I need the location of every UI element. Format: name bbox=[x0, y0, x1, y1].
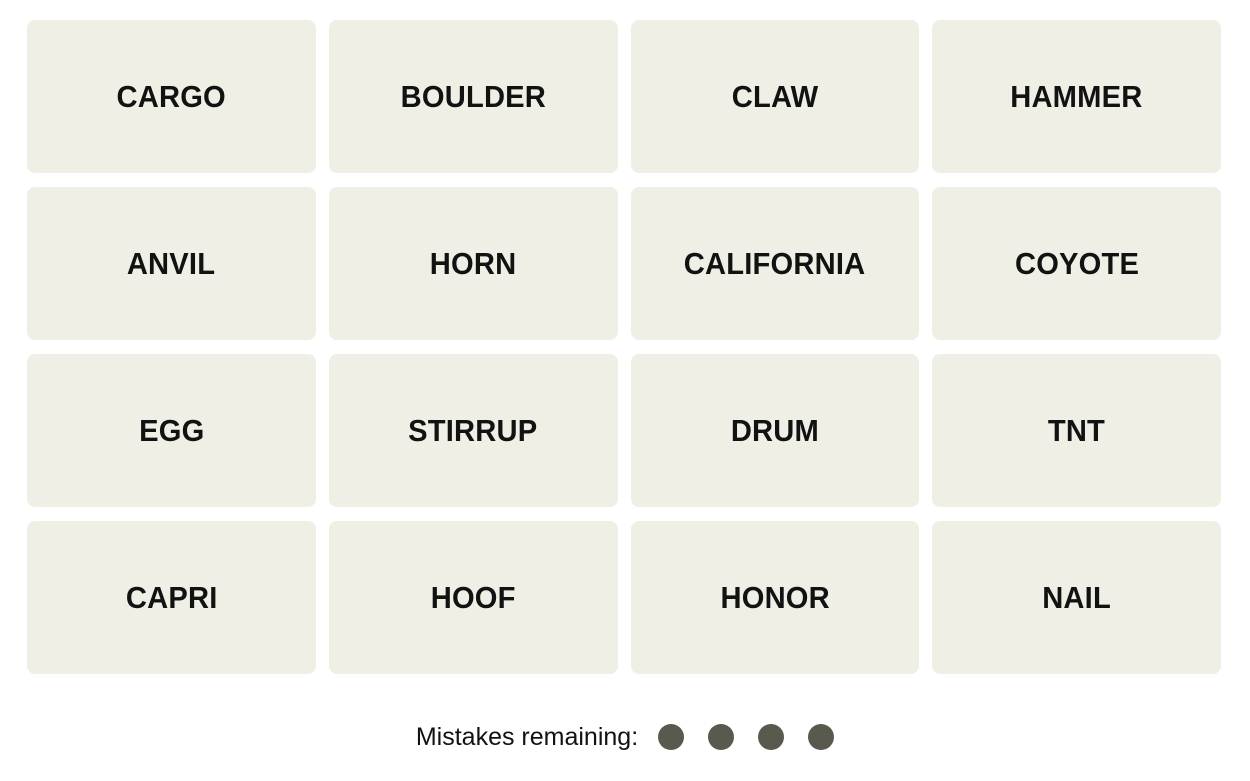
word-tile[interactable]: CAPRI bbox=[27, 521, 316, 674]
mistake-dot bbox=[708, 724, 735, 750]
word-tile-label: EGG bbox=[138, 413, 205, 448]
word-tile-label: HAMMER bbox=[1010, 79, 1143, 114]
word-tile[interactable]: DRUM bbox=[630, 354, 920, 507]
word-tile[interactable]: HOOF bbox=[328, 521, 618, 674]
word-tile-label: HOOF bbox=[430, 580, 516, 615]
word-tile-label: COYOTE bbox=[1014, 246, 1139, 281]
word-tile-label: CALIFORNIA bbox=[684, 246, 866, 281]
word-tile-label: STIRRUP bbox=[408, 413, 538, 448]
word-tile[interactable]: TNT bbox=[932, 354, 1221, 507]
word-tile[interactable]: COYOTE bbox=[932, 187, 1221, 340]
word-tile[interactable]: NAIL bbox=[932, 521, 1221, 674]
word-tile-label: ANVIL bbox=[127, 246, 216, 281]
word-tile[interactable]: STIRRUP bbox=[328, 354, 618, 507]
word-tile[interactable]: EGG bbox=[27, 354, 316, 507]
word-tile[interactable]: HORN bbox=[328, 187, 618, 340]
mistake-dot bbox=[808, 724, 835, 750]
word-tile[interactable]: CLAW bbox=[630, 20, 920, 173]
word-grid: CARGO BOULDER CLAW HAMMER ANVIL HORN CAL… bbox=[27, 20, 1221, 674]
mistake-dot-list bbox=[658, 724, 835, 750]
word-tile-label: NAIL bbox=[1042, 580, 1111, 615]
word-tile-label: CARGO bbox=[116, 79, 227, 114]
word-tile-label: BOULDER bbox=[400, 79, 546, 114]
word-tile-label: CAPRI bbox=[125, 580, 218, 615]
word-tile[interactable]: CALIFORNIA bbox=[630, 187, 920, 340]
word-tile-label: CLAW bbox=[731, 79, 819, 114]
word-tile-label: HORN bbox=[429, 246, 517, 281]
word-tile-label: HONOR bbox=[720, 580, 830, 615]
word-tile[interactable]: HONOR bbox=[630, 521, 920, 674]
word-tile[interactable]: ANVIL bbox=[27, 187, 316, 340]
word-tile-label: TNT bbox=[1048, 413, 1106, 448]
word-tile-label: DRUM bbox=[730, 413, 819, 448]
word-tile[interactable]: CARGO bbox=[27, 20, 316, 173]
mistake-dot bbox=[658, 724, 685, 750]
word-tile[interactable]: HAMMER bbox=[932, 20, 1221, 173]
word-tile[interactable]: BOULDER bbox=[328, 20, 618, 173]
connections-game: CARGO BOULDER CLAW HAMMER ANVIL HORN CAL… bbox=[0, 0, 1250, 781]
mistakes-remaining-label: Mistakes remaining: bbox=[415, 722, 639, 751]
mistakes-remaining: Mistakes remaining: bbox=[0, 712, 1250, 762]
mistake-dot bbox=[758, 724, 785, 750]
